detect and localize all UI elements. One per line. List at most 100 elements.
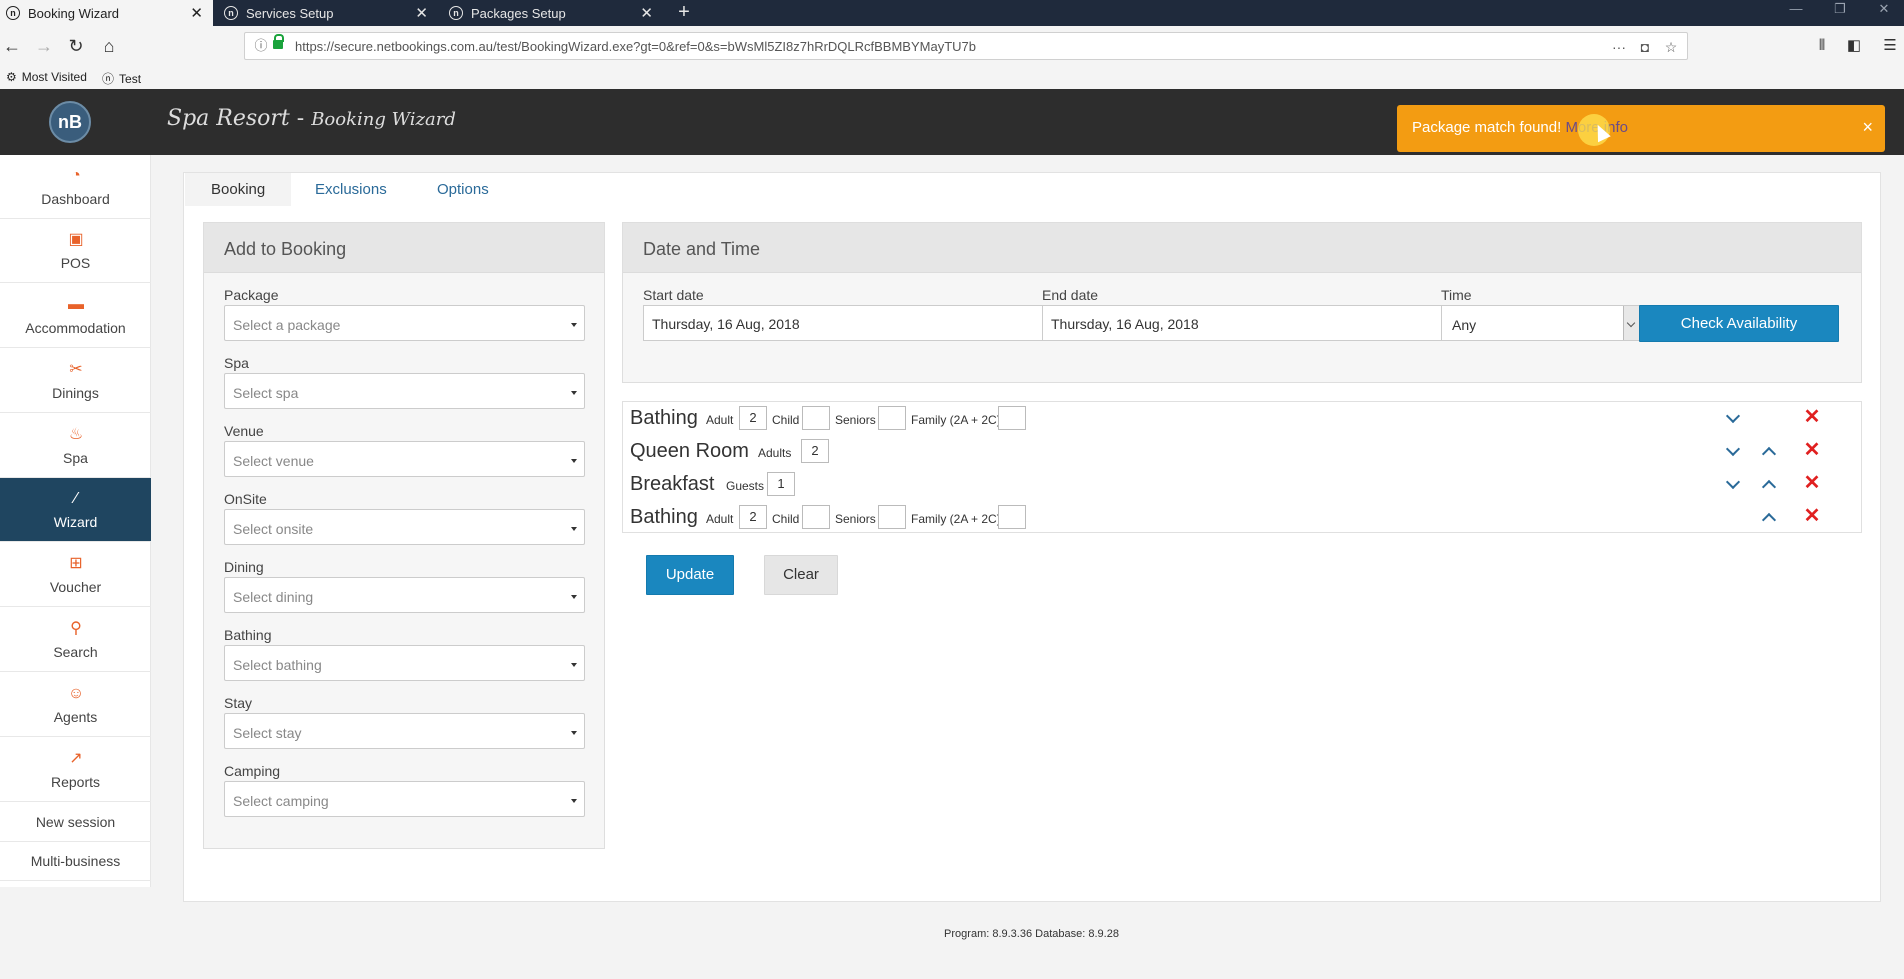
- chevron-down-icon[interactable]: [1623, 306, 1639, 340]
- browser-tab-bar: n Booking Wizard ✕ n Services Setup ✕ n …: [0, 0, 1904, 26]
- sidebar-item-label: Search: [53, 644, 98, 660]
- tab-booking[interactable]: Booking: [185, 173, 292, 206]
- minimize-window-icon[interactable]: —: [1776, 0, 1816, 26]
- qty-label: Adult: [706, 512, 734, 526]
- new-tab-button[interactable]: +: [672, 0, 696, 26]
- close-tab-icon[interactable]: ✕: [415, 4, 428, 22]
- venue-select[interactable]: Select venue: [224, 441, 585, 477]
- update-button[interactable]: Update: [646, 555, 734, 595]
- sidebar-item-dashboard[interactable]: ◔ Dashboard: [0, 155, 151, 219]
- caret-down-icon: [571, 527, 577, 531]
- check-availability-button[interactable]: Check Availability: [1639, 305, 1839, 342]
- adults-qty-input[interactable]: 2: [801, 439, 829, 463]
- restore-window-icon[interactable]: ❐: [1820, 0, 1860, 26]
- dining-label: Dining: [224, 559, 264, 575]
- sidebar-toggle-icon[interactable]: ◧: [1842, 34, 1866, 58]
- booking-items-list: Bathing Adult 2 Child Seniors Family (2A…: [622, 401, 1862, 533]
- sidebar-item-spa[interactable]: ♨ Spa: [0, 414, 151, 478]
- pocket-icon[interactable]: ◘: [1635, 37, 1655, 57]
- sidebar-item-reports[interactable]: ↗ Reports: [0, 738, 151, 802]
- chevron-up-icon[interactable]: [1759, 507, 1779, 527]
- page-actions-icon[interactable]: ···: [1609, 37, 1629, 57]
- chevron-down-icon[interactable]: [1723, 408, 1743, 428]
- menu-icon[interactable]: ☰: [1878, 34, 1902, 58]
- chevron-up-icon[interactable]: [1759, 441, 1779, 461]
- bookmark-test[interactable]: ⓝ Test: [102, 70, 141, 87]
- close-window-icon[interactable]: ✕: [1864, 0, 1904, 26]
- family-qty-input[interactable]: [998, 505, 1026, 529]
- booking-tabs: Booking Exclusions Options: [184, 173, 1880, 206]
- bookmark-label: Test: [119, 71, 142, 86]
- start-date-input[interactable]: Thursday, 16 Aug, 2018: [643, 305, 1043, 341]
- tab-options[interactable]: Options: [411, 173, 515, 206]
- family-qty-input[interactable]: [998, 406, 1026, 430]
- bookmark-star-icon[interactable]: ☆: [1661, 37, 1681, 57]
- booking-item-row: Breakfast Guests 1 ✕: [623, 468, 1861, 501]
- tab-exclusions[interactable]: Exclusions: [289, 173, 413, 206]
- adult-qty-input[interactable]: 2: [739, 406, 767, 430]
- camping-select[interactable]: Select camping: [224, 781, 585, 817]
- chevron-down-icon[interactable]: [1723, 441, 1743, 461]
- url-text[interactable]: https://secure.netbookings.com.au/test/B…: [295, 39, 976, 54]
- delete-item-icon[interactable]: ✕: [1802, 406, 1822, 428]
- onsite-select[interactable]: Select onsite: [224, 509, 585, 545]
- close-toast-icon[interactable]: ×: [1862, 117, 1873, 138]
- sidebar-item-pos[interactable]: ▣ POS: [0, 219, 151, 283]
- chevron-down-icon[interactable]: [1723, 474, 1743, 494]
- browser-tab-services-setup[interactable]: n Services Setup ✕: [218, 0, 438, 26]
- seniors-qty-input[interactable]: [878, 406, 906, 430]
- main-panel: Booking Exclusions Options Add to Bookin…: [183, 172, 1881, 902]
- delete-item-icon[interactable]: ✕: [1802, 505, 1822, 527]
- dining-select[interactable]: Select dining: [224, 577, 585, 613]
- gift-icon: ⊞: [69, 555, 83, 572]
- seniors-qty-input[interactable]: [878, 505, 906, 529]
- sidebar-item-wizard[interactable]: ⁄ Wizard: [0, 478, 151, 542]
- browser-tab-booking-wizard[interactable]: n Booking Wizard ✕: [0, 0, 213, 26]
- home-icon[interactable]: ⌂: [97, 34, 121, 58]
- sidebar-item-label: POS: [60, 255, 91, 271]
- caret-down-icon: [571, 459, 577, 463]
- browser-tab-title: Packages Setup: [471, 5, 566, 21]
- new-session-link[interactable]: New session: [0, 803, 151, 842]
- browser-tab-packages-setup[interactable]: n Packages Setup ✕: [443, 0, 663, 26]
- library-icon[interactable]: ⫴: [1810, 34, 1834, 58]
- address-bar[interactable]: ⓘ https://secure.netbookings.com.au/test…: [244, 32, 1688, 60]
- package-select[interactable]: Select a package: [224, 305, 585, 341]
- package-label: Package: [224, 287, 279, 303]
- child-qty-input[interactable]: [802, 406, 830, 430]
- child-qty-input[interactable]: [802, 505, 830, 529]
- multi-business-link[interactable]: Multi-business: [0, 842, 151, 881]
- netbookings-logo[interactable]: nB: [49, 101, 91, 143]
- chevron-up-icon[interactable]: [1759, 474, 1779, 494]
- bathing-select[interactable]: Select bathing: [224, 645, 585, 681]
- sidebar-item-agents[interactable]: ☺ Agents: [0, 673, 151, 737]
- site-favicon-icon: n: [224, 6, 238, 20]
- spa-select[interactable]: Select spa: [224, 373, 585, 409]
- site-info-icon[interactable]: ⓘ: [253, 38, 269, 54]
- sidebar-item-voucher[interactable]: ⊞ Voucher: [0, 543, 151, 607]
- delete-item-icon[interactable]: ✕: [1802, 472, 1822, 494]
- start-date-label: Start date: [643, 287, 704, 303]
- bath-icon: ♨: [68, 426, 84, 443]
- close-tab-icon[interactable]: ✕: [190, 4, 203, 22]
- sidebar-item-accommodation[interactable]: ▬ Accommodation: [0, 284, 151, 348]
- close-tab-icon[interactable]: ✕: [640, 4, 653, 22]
- forward-icon[interactable]: →: [32, 34, 56, 58]
- back-icon[interactable]: ←: [0, 34, 24, 58]
- guests-qty-input[interactable]: 1: [767, 472, 795, 496]
- sidebar-item-label: Agents: [53, 709, 98, 725]
- delete-item-icon[interactable]: ✕: [1802, 439, 1822, 461]
- agent-icon: ☺: [67, 685, 85, 702]
- toast-text: Package match found!: [1412, 119, 1562, 136]
- bookmark-most-visited[interactable]: ⚙ Most Visited: [6, 70, 87, 84]
- sidebar-item-dinings[interactable]: ✂ Dinings: [0, 349, 151, 413]
- end-date-input[interactable]: Thursday, 16 Aug, 2018: [1042, 305, 1442, 341]
- sidebar-item-search[interactable]: ⚲ Search: [0, 608, 151, 672]
- time-select[interactable]: Any: [1441, 305, 1640, 341]
- lock-icon: [273, 34, 284, 49]
- browser-nav-bar: ← → ↻ ⌂ ⓘ https://secure.netbookings.com…: [0, 26, 1904, 66]
- clear-button[interactable]: Clear: [764, 555, 838, 595]
- stay-select[interactable]: Select stay: [224, 713, 585, 749]
- reload-icon[interactable]: ↻: [64, 34, 88, 58]
- adult-qty-input[interactable]: 2: [739, 505, 767, 529]
